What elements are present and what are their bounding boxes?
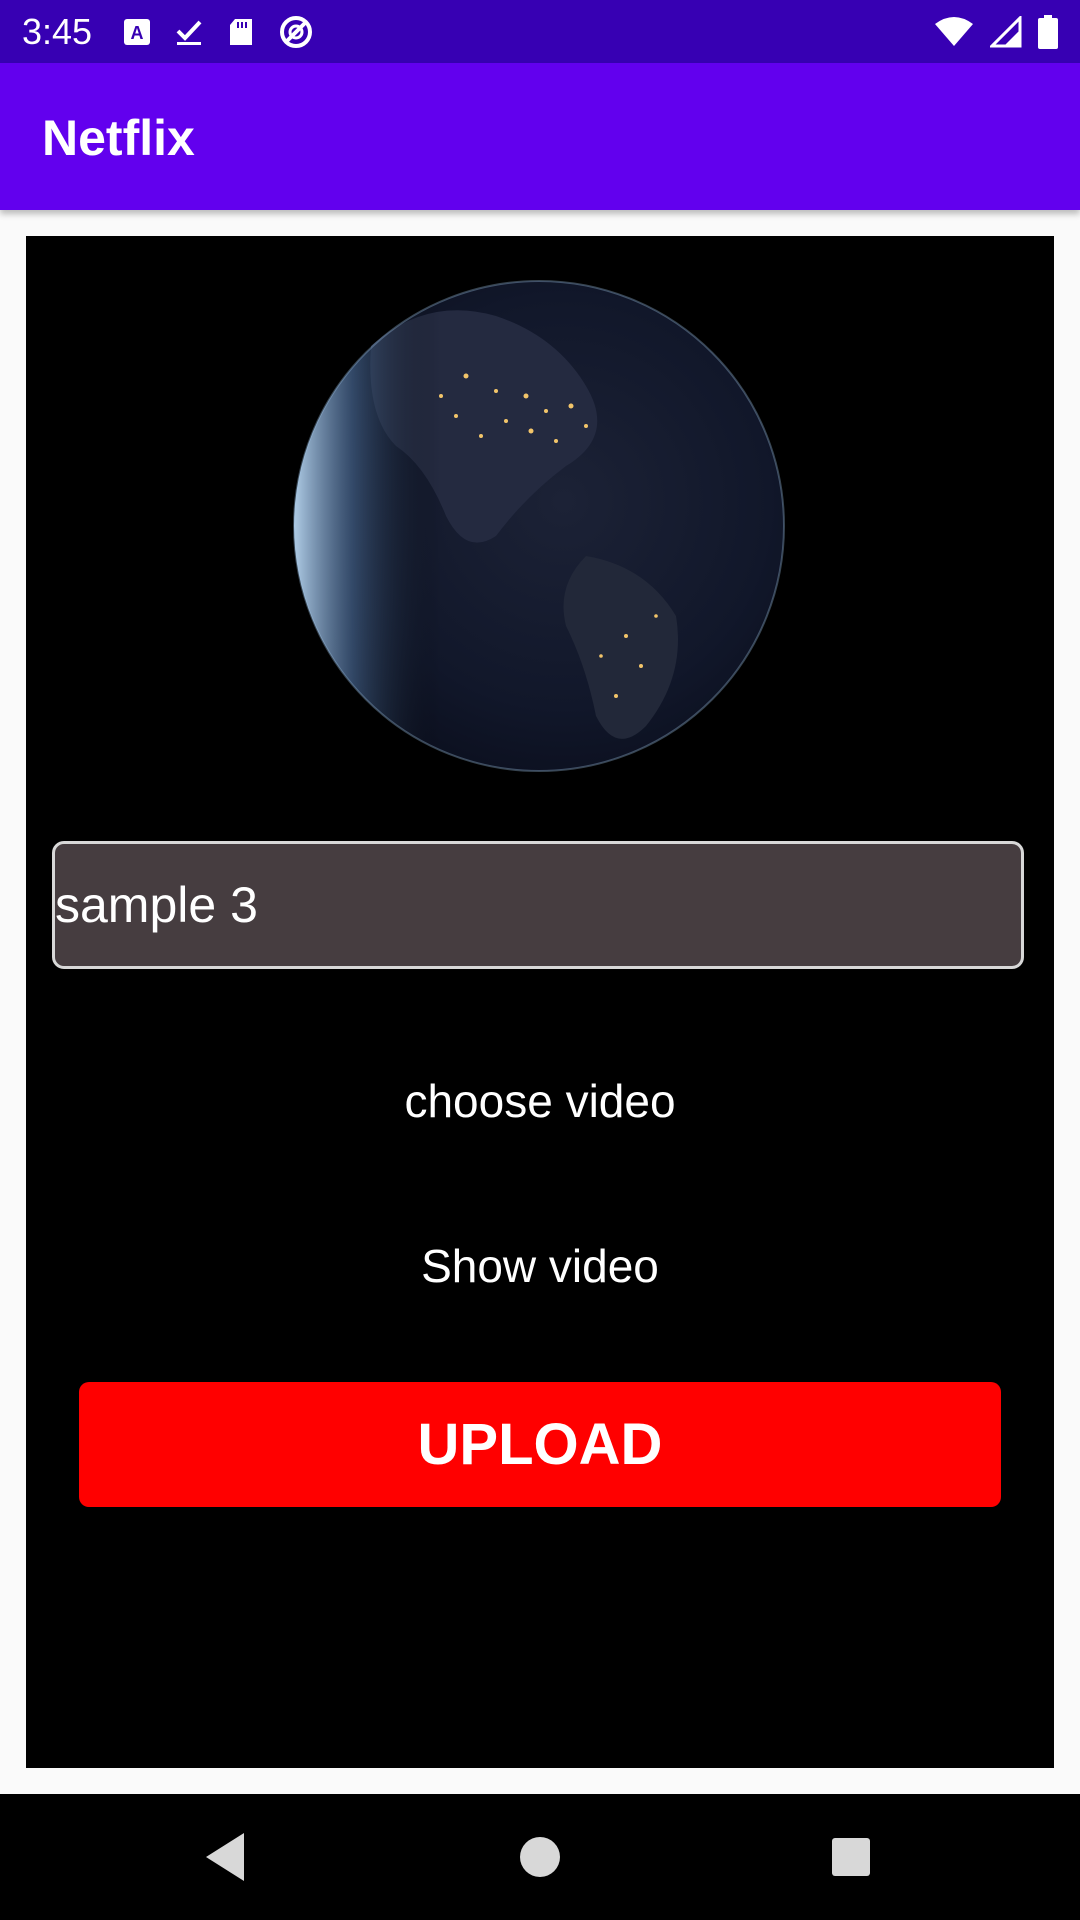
back-icon[interactable] bbox=[196, 1827, 256, 1887]
choose-video-button[interactable]: choose video bbox=[26, 1061, 1054, 1141]
video-player[interactable] bbox=[26, 236, 1054, 806]
status-bar: 3:45 A bbox=[0, 0, 1080, 63]
sd-card-icon bbox=[230, 19, 252, 45]
app-bar: Netflix bbox=[0, 63, 1080, 210]
no-disturb-icon bbox=[280, 16, 312, 48]
battery-icon bbox=[1038, 15, 1058, 49]
recents-icon[interactable] bbox=[821, 1827, 881, 1887]
wifi-icon bbox=[935, 17, 973, 46]
svg-text:A: A bbox=[131, 23, 144, 43]
upload-panel: choose video Show video UPLOAD bbox=[26, 236, 1054, 1768]
app-title: Netflix bbox=[42, 110, 195, 166]
home-icon[interactable] bbox=[510, 1827, 570, 1887]
show-video-button[interactable]: Show video bbox=[26, 1226, 1054, 1306]
upload-button[interactable]: UPLOAD bbox=[79, 1382, 1001, 1507]
earth-video-frame bbox=[293, 280, 785, 772]
system-icons bbox=[934, 12, 1058, 52]
cell-signal-icon bbox=[990, 16, 1022, 48]
navigation-bar bbox=[0, 1794, 1080, 1920]
video-name-input[interactable] bbox=[52, 841, 1024, 969]
checkmark-download-icon bbox=[176, 20, 202, 45]
status-time: 3:45 bbox=[22, 11, 93, 52]
keyboard-a-icon: A bbox=[124, 19, 150, 45]
notification-icons: A bbox=[122, 12, 314, 52]
